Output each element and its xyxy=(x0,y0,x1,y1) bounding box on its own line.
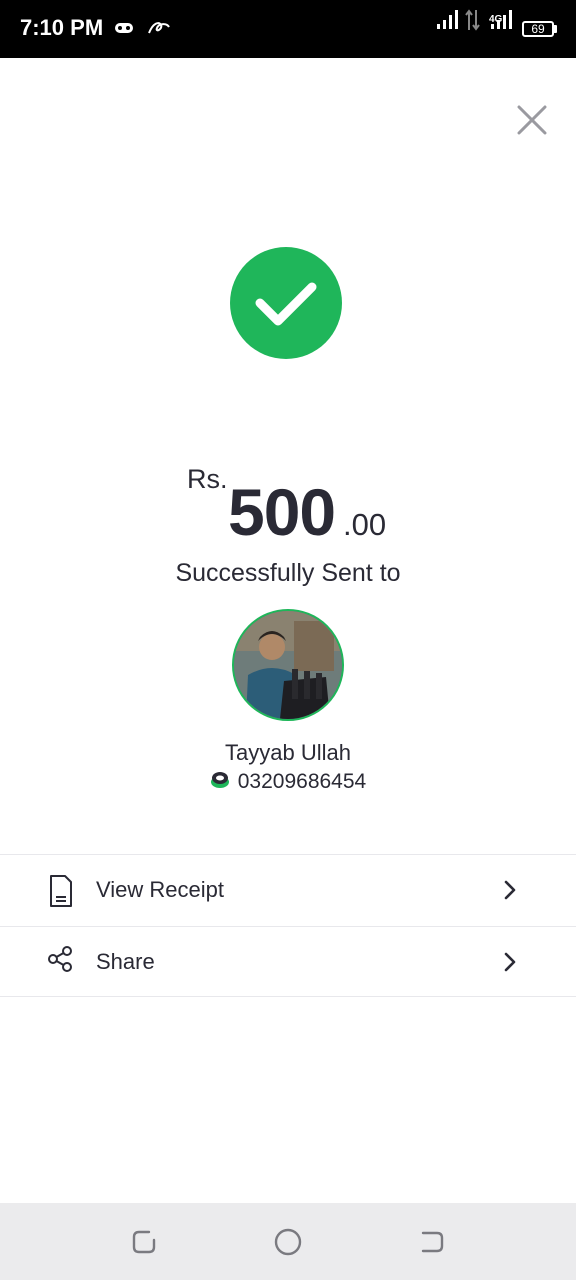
data-transfer-icon xyxy=(465,8,481,37)
avatar-photo xyxy=(234,611,342,719)
status-bar: 7:10 PM 4G 69 xyxy=(0,0,576,58)
back-button[interactable] xyxy=(417,1227,447,1257)
battery-cap xyxy=(554,25,557,33)
divider xyxy=(0,996,576,997)
system-nav-bar xyxy=(0,1203,576,1280)
share-label: Share xyxy=(96,949,155,974)
receipt-icon xyxy=(48,874,74,913)
status-message: Successfully Sent to xyxy=(175,559,401,587)
status-time: 7:10 PM xyxy=(20,15,104,40)
view-receipt-label: View Receipt xyxy=(96,877,224,902)
recipient-phone-row: 03209686454 xyxy=(0,770,576,798)
amount-whole: 500 xyxy=(228,475,336,549)
close-icon xyxy=(517,105,547,135)
recipient-name: Tayyab Ullah xyxy=(225,740,351,765)
success-badge xyxy=(230,247,342,359)
recent-apps-icon xyxy=(132,1230,156,1254)
chevron-right-icon xyxy=(502,952,518,977)
recent-apps-button[interactable] xyxy=(129,1227,159,1257)
battery-icon: 69 xyxy=(522,21,554,37)
signal-icon xyxy=(490,8,514,35)
back-icon xyxy=(421,1231,444,1253)
home-button[interactable] xyxy=(273,1227,303,1257)
view-receipt-button[interactable]: View Receipt xyxy=(0,855,576,925)
currency-label: Rs. xyxy=(187,464,228,494)
share-icon xyxy=(48,946,74,977)
share-button[interactable]: Share xyxy=(0,927,576,997)
wallet-brand-icon xyxy=(210,770,230,790)
game-controller-icon xyxy=(114,20,134,41)
recipient-phone: 03209686454 xyxy=(237,770,367,793)
transaction-amount: Rs. 500 .00 xyxy=(0,460,576,550)
signal-icon xyxy=(436,8,460,35)
home-icon xyxy=(274,1228,302,1256)
checkmark-icon xyxy=(255,282,317,326)
amount-decimal: .00 xyxy=(343,507,387,542)
app-notification-icon xyxy=(147,19,171,42)
close-button[interactable] xyxy=(512,100,552,140)
chevron-right-icon xyxy=(502,880,518,905)
recipient-avatar xyxy=(232,609,344,721)
